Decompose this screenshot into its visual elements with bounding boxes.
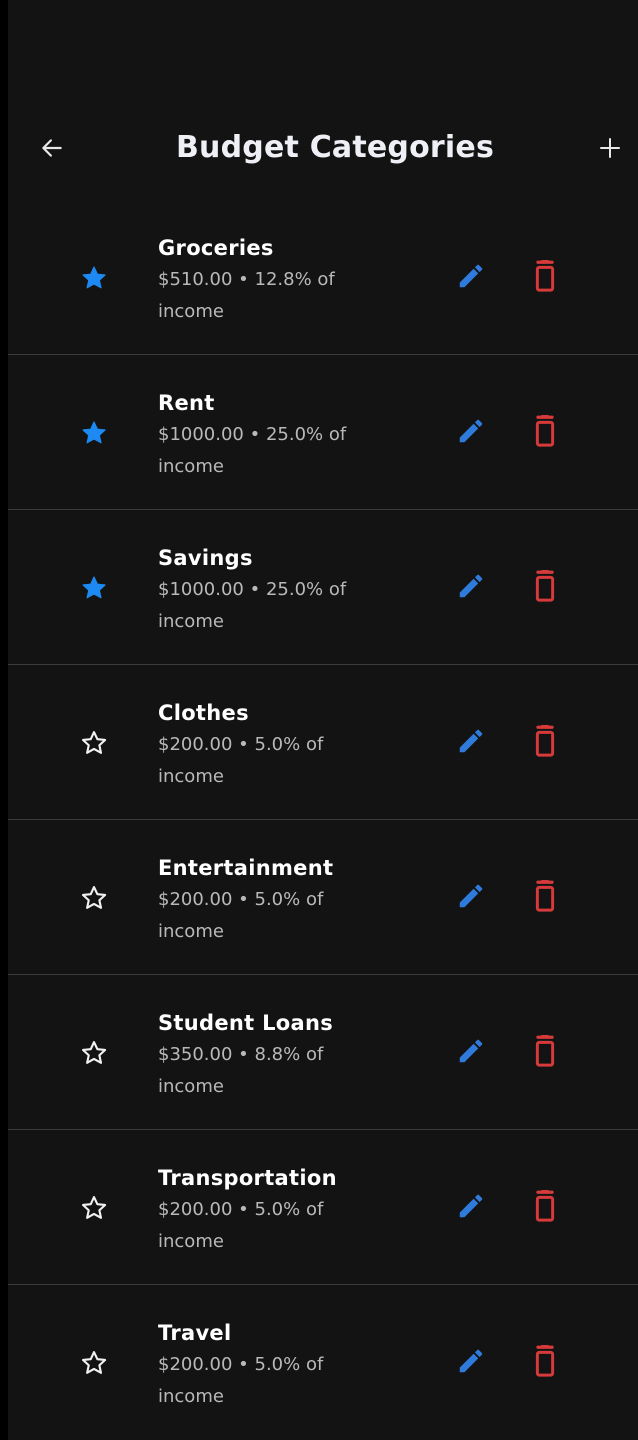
edit-category-button[interactable] bbox=[456, 881, 486, 911]
category-name: Savings bbox=[158, 546, 253, 570]
edit-category-button[interactable] bbox=[456, 1036, 486, 1066]
trash-icon bbox=[535, 1345, 555, 1377]
favorite-toggle[interactable] bbox=[80, 884, 108, 912]
trash-icon bbox=[535, 1035, 555, 1067]
category-row: Transportation $200.00 • 5.0% of income bbox=[8, 1129, 638, 1284]
favorite-toggle[interactable] bbox=[80, 419, 108, 447]
star-outline-icon bbox=[81, 885, 107, 909]
category-amount-percent: $200.00 • 5.0% of income bbox=[158, 1199, 324, 1252]
category-row: Entertainment $200.00 • 5.0% of income bbox=[8, 819, 638, 974]
favorite-toggle[interactable] bbox=[80, 1194, 108, 1222]
favorite-toggle[interactable] bbox=[80, 1039, 108, 1067]
pencil-icon bbox=[459, 1194, 483, 1218]
star-outline-icon bbox=[81, 730, 107, 754]
category-name: Clothes bbox=[158, 701, 249, 725]
arrow-left-icon bbox=[42, 139, 62, 157]
category-row: Student Loans $350.00 • 8.8% of income bbox=[8, 974, 638, 1129]
category-name: Entertainment bbox=[158, 856, 334, 880]
favorite-toggle[interactable] bbox=[80, 574, 108, 602]
star-filled-icon bbox=[82, 576, 106, 599]
delete-category-button[interactable] bbox=[532, 260, 558, 292]
category-row: Rent $1000.00 • 25.0% of income bbox=[8, 354, 638, 509]
category-name: Travel bbox=[158, 1321, 232, 1345]
category-amount-percent: $200.00 • 5.0% of income bbox=[158, 1354, 324, 1407]
category-amount-percent: $1000.00 • 25.0% of income bbox=[158, 579, 347, 632]
delete-category-button[interactable] bbox=[532, 1035, 558, 1067]
category-name: Groceries bbox=[158, 236, 274, 260]
star-filled-icon bbox=[82, 421, 106, 444]
favorite-toggle[interactable] bbox=[80, 1349, 108, 1377]
category-amount-percent: $200.00 • 5.0% of income bbox=[158, 734, 324, 787]
category-text: Entertainment $200.00 • 5.0% of income bbox=[158, 852, 418, 948]
category-list: Groceries $510.00 • 12.8% of income Rent… bbox=[8, 200, 638, 1439]
category-name: Student Loans bbox=[158, 1011, 334, 1035]
edit-category-button[interactable] bbox=[456, 1191, 486, 1221]
category-text: Student Loans $350.00 • 8.8% of income bbox=[158, 1007, 418, 1103]
add-category-button[interactable] bbox=[592, 130, 628, 166]
budget-categories-screen: Budget Categories Groceries $510.00 • 12… bbox=[8, 0, 638, 1440]
delete-category-button[interactable] bbox=[532, 1345, 558, 1377]
edit-category-button[interactable] bbox=[456, 1346, 486, 1376]
back-button[interactable] bbox=[34, 130, 70, 166]
trash-icon bbox=[535, 725, 555, 757]
app-bar: Budget Categories bbox=[8, 112, 638, 184]
pencil-icon bbox=[459, 574, 483, 598]
category-text: Rent $1000.00 • 25.0% of income bbox=[158, 387, 418, 483]
page-title: Budget Categories bbox=[175, 130, 495, 165]
category-row: Travel $200.00 • 5.0% of income bbox=[8, 1284, 638, 1439]
trash-icon bbox=[535, 880, 555, 912]
delete-category-button[interactable] bbox=[532, 725, 558, 757]
category-row: Savings $1000.00 • 25.0% of income bbox=[8, 509, 638, 664]
category-name: Transportation bbox=[158, 1166, 337, 1190]
star-outline-icon bbox=[81, 1040, 107, 1064]
star-outline-icon bbox=[81, 1195, 107, 1219]
pencil-icon bbox=[459, 729, 483, 753]
trash-icon bbox=[535, 570, 555, 602]
category-amount-percent: $350.00 • 8.8% of income bbox=[158, 1044, 324, 1097]
category-amount-percent: $1000.00 • 25.0% of income bbox=[158, 424, 347, 477]
pencil-icon bbox=[459, 1349, 483, 1373]
delete-category-button[interactable] bbox=[532, 415, 558, 447]
trash-icon bbox=[535, 415, 555, 447]
category-text: Groceries $510.00 • 12.8% of income bbox=[158, 232, 418, 328]
pencil-icon bbox=[459, 884, 483, 908]
edit-category-button[interactable] bbox=[456, 416, 486, 446]
category-row: Groceries $510.00 • 12.8% of income bbox=[8, 200, 638, 354]
delete-category-button[interactable] bbox=[532, 1190, 558, 1222]
edit-category-button[interactable] bbox=[456, 726, 486, 756]
category-text: Clothes $200.00 • 5.0% of income bbox=[158, 697, 418, 793]
category-text: Transportation $200.00 • 5.0% of income bbox=[158, 1162, 418, 1258]
edit-category-button[interactable] bbox=[456, 571, 486, 601]
category-text: Travel $200.00 • 5.0% of income bbox=[158, 1317, 418, 1413]
favorite-toggle[interactable] bbox=[80, 729, 108, 757]
category-amount-percent: $200.00 • 5.0% of income bbox=[158, 889, 324, 942]
category-name: Rent bbox=[158, 391, 215, 415]
category-text: Savings $1000.00 • 25.0% of income bbox=[158, 542, 418, 638]
category-amount-percent: $510.00 • 12.8% of income bbox=[158, 269, 335, 322]
trash-icon bbox=[535, 260, 555, 292]
favorite-toggle[interactable] bbox=[80, 264, 108, 292]
pencil-icon bbox=[459, 419, 483, 443]
plus-icon bbox=[600, 138, 620, 158]
pencil-icon bbox=[459, 1039, 483, 1063]
delete-category-button[interactable] bbox=[532, 880, 558, 912]
pencil-icon bbox=[459, 264, 483, 288]
edit-category-button[interactable] bbox=[456, 261, 486, 291]
delete-category-button[interactable] bbox=[532, 570, 558, 602]
star-filled-icon bbox=[82, 266, 106, 289]
star-outline-icon bbox=[81, 1350, 107, 1374]
trash-icon bbox=[535, 1190, 555, 1222]
category-row: Clothes $200.00 • 5.0% of income bbox=[8, 664, 638, 819]
